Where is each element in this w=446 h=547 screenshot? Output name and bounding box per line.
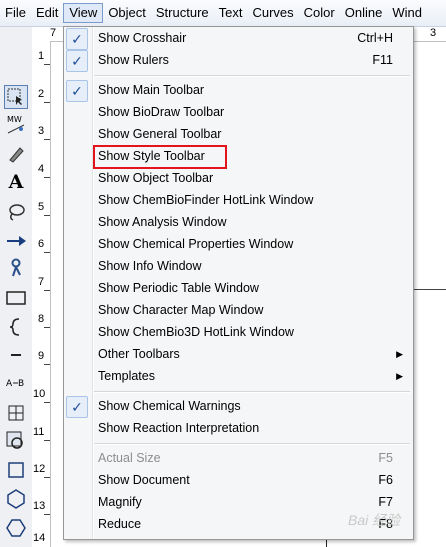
rectangle-icon[interactable] <box>5 287 27 309</box>
bracket-icon[interactable] <box>5 316 27 338</box>
table-icon[interactable] <box>5 402 27 424</box>
menu-curves[interactable]: Curves <box>247 3 298 23</box>
menu-item-actual-size[interactable]: Actual Size F5 <box>64 447 413 469</box>
menu-edit[interactable]: Edit <box>31 3 63 23</box>
ruler-tick <box>44 290 50 291</box>
arrow-icon[interactable] <box>5 230 27 252</box>
menu-item-show-chembiofinder-hotlink-window[interactable]: Show ChemBioFinder HotLink Window <box>64 189 413 211</box>
menu-window[interactable]: Wind <box>387 3 427 23</box>
menu-item-other-toolbars[interactable]: Other Toolbars ▶ <box>64 343 413 365</box>
svg-text:MW: MW <box>7 115 22 124</box>
highlight-annotation-box <box>93 145 227 169</box>
menu-item-show-chemical-properties-window[interactable]: Show Chemical Properties Window <box>64 233 413 255</box>
menu-item-show-object-toolbar[interactable]: Show Object Toolbar <box>64 167 413 189</box>
watermark: Bai 经验 <box>348 512 401 528</box>
ruler-number: 12 <box>33 463 46 475</box>
ruler-number: 14 <box>33 532 46 544</box>
check-icon: ✓ <box>66 28 88 50</box>
submenu-arrow-icon: ▶ <box>396 371 403 381</box>
ruler-tick <box>44 215 50 216</box>
ruler-number: 5 <box>38 201 45 213</box>
menu-item-show-info-window[interactable]: Show Info Window <box>64 255 413 277</box>
menu-structure[interactable]: Structure <box>151 3 214 23</box>
ruler-number: 7 <box>38 276 45 288</box>
square-icon[interactable] <box>5 459 27 481</box>
ruler-number: 2 <box>38 88 45 100</box>
ruler-number: 11 <box>33 426 45 438</box>
menu-item-show-document[interactable]: Show Document F6 <box>64 469 413 491</box>
ruler-tick <box>44 327 50 328</box>
menu-file[interactable]: File <box>0 3 31 23</box>
menu-item-show-reaction-interpretation[interactable]: Show Reaction Interpretation <box>64 417 413 439</box>
menu-item-show-periodic-table-window[interactable]: Show Periodic Table Window <box>64 277 413 299</box>
select-icon[interactable] <box>4 85 28 109</box>
ruler-tick <box>44 440 50 441</box>
menu-view[interactable]: View <box>63 3 104 23</box>
ruler-tick <box>44 477 50 478</box>
ruler-number: 3 <box>38 125 45 137</box>
text-icon[interactable]: A <box>5 171 27 193</box>
chain-icon[interactable] <box>5 257 27 279</box>
check-icon: ✓ <box>66 50 88 72</box>
mw-icon[interactable]: MW <box>5 113 27 135</box>
svg-text:B: B <box>18 379 24 389</box>
vertical-ruler: 1 2 3 4 5 6 7 8 9 10 11 12 13 14 <box>32 27 51 547</box>
ruler-number: 6 <box>38 238 45 250</box>
check-icon: ✓ <box>66 80 88 102</box>
tool-palette: MW A AB <box>0 27 33 547</box>
ruler-number: 1 <box>38 50 45 62</box>
menu-separator <box>94 75 410 77</box>
menu-item-show-character-map-window[interactable]: Show Character Map Window <box>64 299 413 321</box>
ruler-tick <box>44 252 50 253</box>
ruler-number: 9 <box>38 350 45 362</box>
bond-icon[interactable] <box>5 344 27 366</box>
menu-item-show-biodraw-toolbar[interactable]: Show BioDraw Toolbar <box>64 101 413 123</box>
ruler-number: 10 <box>33 388 46 400</box>
menu-online[interactable]: Online <box>340 3 388 23</box>
ruler-tick <box>44 102 50 103</box>
menu-text[interactable]: Text <box>214 3 248 23</box>
menu-item-show-general-toolbar[interactable]: Show General Toolbar <box>64 123 413 145</box>
check-icon: ✓ <box>66 396 88 418</box>
view-menu-dropdown: ✓ Show Crosshair Ctrl+H ✓ Show Rulers F1… <box>63 26 414 540</box>
menu-item-show-chembio3d-hotlink-window[interactable]: Show ChemBio3D HotLink Window <box>64 321 413 343</box>
ruler-number: 3 <box>430 27 437 39</box>
lasso-icon[interactable] <box>5 201 27 223</box>
menu-item-templates[interactable]: Templates ▶ <box>64 365 413 387</box>
menu-item-show-main-toolbar[interactable]: ✓ Show Main Toolbar <box>64 79 413 102</box>
submenu-arrow-icon: ▶ <box>396 349 403 359</box>
menu-item-show-chemical-warnings[interactable]: ✓ Show Chemical Warnings <box>64 395 413 418</box>
ruler-number: 13 <box>33 500 46 512</box>
menu-separator <box>94 391 410 393</box>
menu-object[interactable]: Object <box>103 3 151 23</box>
hexagon-icon[interactable] <box>5 488 27 510</box>
eraser-icon[interactable] <box>5 143 27 165</box>
svg-text:A: A <box>6 379 13 389</box>
ruler-tick <box>44 139 50 140</box>
template-icon[interactable] <box>5 430 27 452</box>
ruler-number: 8 <box>38 313 45 325</box>
menu-item-show-rulers[interactable]: ✓ Show Rulers F11 <box>64 49 413 72</box>
ruler-tick <box>44 177 50 178</box>
ring-icon[interactable] <box>5 517 27 539</box>
menu-item-show-analysis-window[interactable]: Show Analysis Window <box>64 211 413 233</box>
ruler-number: 4 <box>38 163 45 175</box>
menu-bar: File Edit View Object Structure Text Cur… <box>0 0 446 27</box>
ruler-tick <box>44 64 50 65</box>
menu-item-show-crosshair[interactable]: ✓ Show Crosshair Ctrl+H <box>64 27 413 50</box>
ruler-tick <box>44 364 50 365</box>
menu-color[interactable]: Color <box>299 3 340 23</box>
ruler-tick <box>44 402 50 403</box>
ruler-number: 7 <box>50 27 57 39</box>
menu-separator <box>94 443 410 445</box>
orbital-icon[interactable]: AB <box>5 373 27 395</box>
ruler-tick <box>44 514 50 515</box>
